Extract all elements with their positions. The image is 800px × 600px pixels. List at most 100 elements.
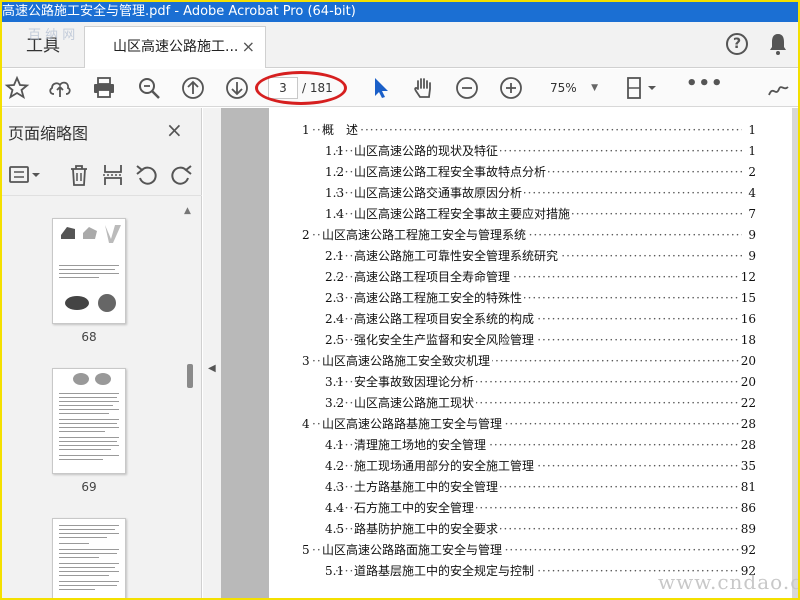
- close-tab-icon[interactable]: ×: [242, 27, 255, 67]
- thumbnail-panel: 页面缩略图 × 68 69 ▲: [2, 108, 202, 598]
- thumbnail-options-icon[interactable]: [8, 162, 44, 188]
- select-cursor-icon[interactable]: [368, 75, 394, 101]
- toc-entry-number: 5: [302, 543, 310, 557]
- next-page-icon[interactable]: [224, 75, 250, 101]
- scroll-up-icon[interactable]: ▲: [184, 206, 191, 216]
- toc-entry-title: 概 述: [322, 121, 361, 139]
- toc-entry-page: 20: [738, 373, 756, 391]
- thumbnail-images: [61, 225, 121, 243]
- help-icon[interactable]: ?: [726, 33, 748, 55]
- highlight-ellipse: [255, 71, 347, 105]
- toc-entry[interactable]: 4.3 ······· ······························…: [325, 478, 756, 496]
- toc-entry[interactable]: 2.2 ······· ······························…: [325, 268, 756, 286]
- toc-entry[interactable]: 4.4 ·····································…: [325, 499, 756, 517]
- upload-cloud-icon[interactable]: [47, 75, 73, 101]
- watermark-logo: 百 纳 网: [28, 28, 76, 43]
- thumbnail-label-69: 69: [81, 480, 97, 494]
- scrollbar-thumb[interactable]: [187, 364, 193, 388]
- toc-entry-page: 89: [738, 520, 756, 538]
- toc-entry[interactable]: 2.5 ······· ······························…: [325, 331, 756, 349]
- toc-entry-title: 山区高速公路工程安全事故主要应对措施: [354, 205, 573, 223]
- window-title-bar: 高速公路施工安全与管理.pdf - Adobe Acrobat Pro (64-…: [2, 2, 798, 22]
- toc-entry-title: 安全事故致因理论分析: [354, 373, 477, 391]
- rotate-left-icon[interactable]: [134, 162, 160, 188]
- print-icon[interactable]: [91, 75, 117, 101]
- zoom-out-icon[interactable]: [454, 75, 480, 101]
- zoom-level-select[interactable]: 75% ▼: [542, 77, 606, 99]
- thumbnail-page-70[interactable]: [52, 518, 126, 598]
- sign-pen-icon[interactable]: [766, 75, 792, 101]
- toc-entry[interactable]: 2.4 ······· ······························…: [325, 310, 756, 328]
- toc-entry-title: 路基防护施工中的安全要求: [354, 520, 501, 538]
- toc-entry-title: 施工现场通用部分的安全施工管理: [354, 457, 537, 475]
- toc-entry-number: 1: [302, 123, 310, 137]
- toc-entry-page: 15: [738, 289, 756, 307]
- toc-entry-title: 高速公路工程施工安全的特殊性: [354, 289, 525, 307]
- toc-entry-title: 山区高速公路的现状及特征: [354, 142, 501, 160]
- notification-bell-icon[interactable]: [768, 32, 788, 56]
- panel-title: 页面缩略图: [8, 124, 89, 143]
- toc-entry-title: 山区高速公路路面施工安全与管理: [322, 541, 505, 559]
- toc-entry[interactable]: 1.1 ······· ······························…: [325, 142, 756, 160]
- toc-entry[interactable]: 3.1 ·····································…: [325, 373, 756, 391]
- toc-entry-title: 山区高速公路交通事故原因分析: [354, 184, 525, 202]
- document-scrollbar[interactable]: [792, 108, 798, 598]
- close-panel-icon[interactable]: ×: [166, 118, 183, 142]
- toc-entry-page: 4: [746, 184, 756, 202]
- toc-entry[interactable]: 4 ··· ····································…: [302, 415, 756, 433]
- insert-page-icon[interactable]: [100, 162, 126, 188]
- thumbnail-scrollbar[interactable]: ▲: [184, 206, 196, 598]
- toc-entry-title: 土方路基施工中的安全管理: [354, 478, 501, 496]
- document-view: 1 ·······································…: [221, 108, 798, 598]
- hand-tool-icon[interactable]: [410, 75, 436, 101]
- thumbnail-page-69[interactable]: [52, 368, 126, 474]
- zoom-search-icon[interactable]: [136, 75, 162, 101]
- toc-entry[interactable]: 4.1 ······· ······························…: [325, 436, 756, 454]
- toc-entry-page: 20: [738, 352, 756, 370]
- toc-entry[interactable]: 1.4·····································…: [325, 205, 756, 223]
- toc-entry[interactable]: 3.2 ·····································…: [325, 394, 756, 412]
- collapse-arrow-icon: ◀: [208, 363, 216, 374]
- app-window: 高速公路施工安全与管理.pdf - Adobe Acrobat Pro (64-…: [2, 2, 798, 598]
- panel-toolbar: [2, 156, 202, 196]
- toc-entry-page: 92: [738, 541, 756, 559]
- toc-entry-title: 山区高速公路路基施工安全与管理: [322, 415, 505, 433]
- toc-entry[interactable]: 4.2 ······· ······························…: [325, 457, 756, 475]
- chevron-down-icon: ▼: [591, 83, 598, 93]
- toc-entry-title: 强化安全生产监督和安全风险管理: [354, 331, 537, 349]
- toc-entry-title: 道路基层施工中的安全规定与控制: [354, 562, 537, 580]
- toc-entry-number: 3: [302, 354, 310, 368]
- toc-entry[interactable]: 2.3 ······· ······························…: [325, 289, 756, 307]
- zoom-in-icon[interactable]: [498, 75, 524, 101]
- tab-document[interactable]: 山区高速公路施工... ×: [84, 26, 266, 68]
- toc-entry[interactable]: 3 ··· ····································…: [302, 352, 756, 370]
- toc-entry[interactable]: 1.3 ······· ······························…: [325, 184, 756, 202]
- toc-entry[interactable]: 4.5 ······· ······························…: [325, 520, 756, 538]
- toc-entry-title: 高速公路施工可靠性安全管理系统研究: [354, 247, 561, 265]
- toc-entry-title: 石方施工中的安全管理: [354, 499, 477, 517]
- toc-entry[interactable]: 2.1·····································…: [325, 247, 756, 265]
- bookmark-star-icon[interactable]: [4, 75, 30, 101]
- toc-entry-page: 16: [738, 310, 756, 328]
- tab-bar: 工具 山区高速公路施工... × ?: [2, 22, 798, 68]
- toc-entry-title: 山区高速公路工程安全事故特点分析: [354, 163, 549, 181]
- toc-entry-page: 1: [746, 121, 756, 139]
- toc-entry-title: 山区高速公路施工安全致灾机理: [322, 352, 493, 370]
- toc-entry[interactable]: 2·······································…: [302, 226, 756, 244]
- toc-entry-page: 35: [738, 457, 756, 475]
- previous-page-icon[interactable]: [180, 75, 206, 101]
- rotate-right-icon[interactable]: [168, 162, 194, 188]
- zoom-level-value: 75%: [550, 81, 577, 95]
- toc-entry-number: 4: [302, 417, 310, 431]
- toc-entry[interactable]: 1 ·······································…: [302, 121, 756, 139]
- panel-collapse-handle[interactable]: ◀: [203, 108, 221, 598]
- page-fit-icon[interactable]: [624, 75, 660, 101]
- toc-entry-page: 28: [738, 436, 756, 454]
- toc-entry[interactable]: 5 ··· ····································…: [302, 541, 756, 559]
- toc-entry[interactable]: 1.2·····································…: [325, 163, 756, 181]
- toc-entry-page: 9: [746, 247, 756, 265]
- more-options-icon[interactable]: •••: [686, 73, 724, 94]
- delete-page-icon[interactable]: [66, 162, 92, 188]
- thumbnail-page-68[interactable]: [52, 218, 126, 324]
- toc-entry-page: 12: [738, 268, 756, 286]
